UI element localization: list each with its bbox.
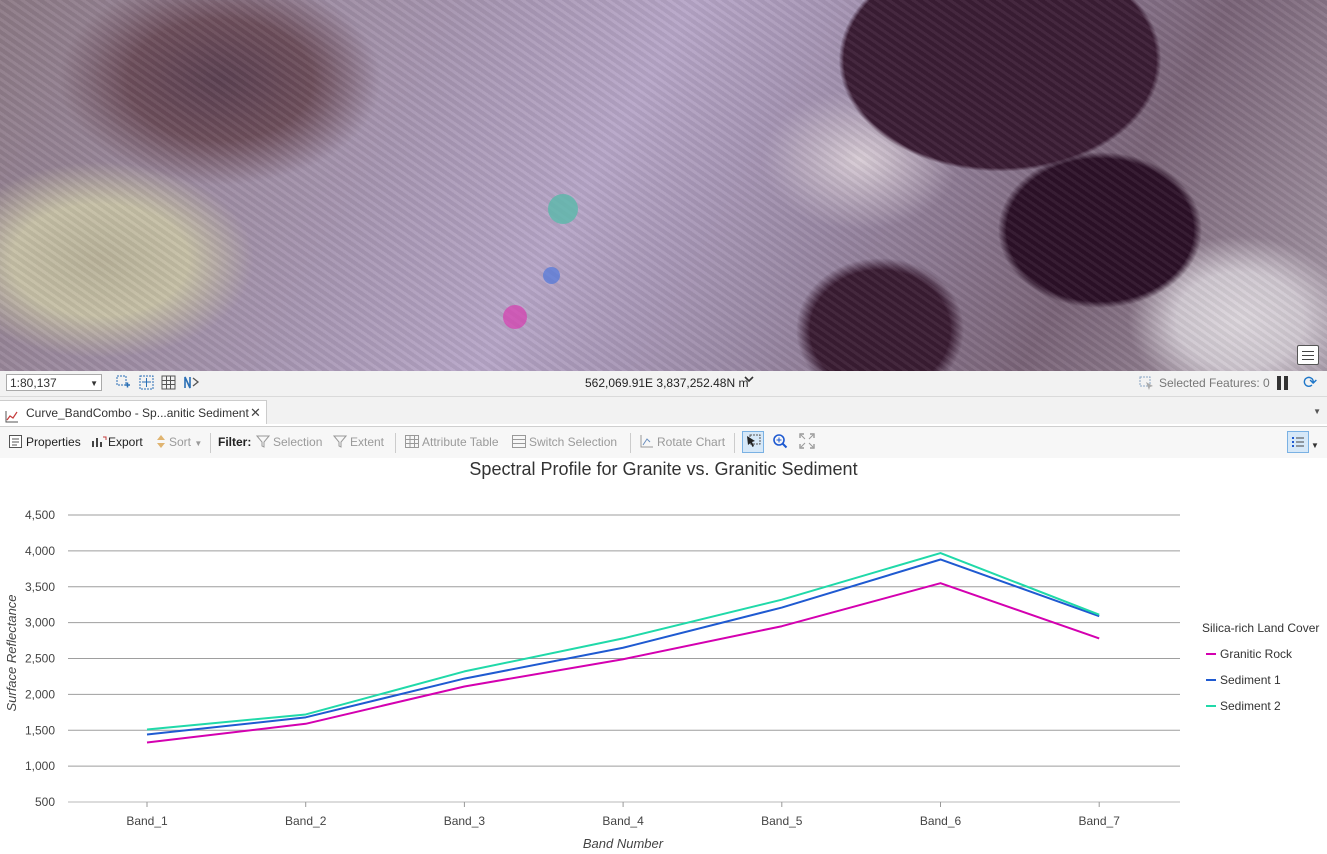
view-tab-bar: Curve_BandCombo - Sp...anitic Sediment ✕… xyxy=(0,397,1327,424)
zoom-in-icon[interactable] xyxy=(770,431,792,453)
x-tick-label: Band_1 xyxy=(126,814,168,828)
filter-extent-label: Extent xyxy=(350,435,385,449)
export-button[interactable]: Export xyxy=(91,434,143,451)
legend-toggle-icon[interactable] xyxy=(1287,431,1309,453)
close-icon[interactable]: ✕ xyxy=(250,401,261,425)
sort-label: Sort xyxy=(169,435,192,449)
y-axis-label: Surface Reflectance xyxy=(4,594,19,711)
map-options-icon[interactable] xyxy=(1297,345,1319,365)
export-label: Export xyxy=(108,435,143,449)
fixed-zoom-icon[interactable] xyxy=(116,375,131,390)
scale-selector[interactable]: 1:80,137 ▼ xyxy=(6,374,102,391)
map-view[interactable] xyxy=(0,0,1327,371)
y-tick-label: 4,500 xyxy=(25,508,55,522)
x-tick-label: Band_3 xyxy=(444,814,486,828)
rotate-chart-label: Rotate Chart xyxy=(657,435,726,449)
map-status-bar: 1:80,137 ▼ 562,069.91E 3,837,252.48N m S… xyxy=(0,371,1327,397)
switch-selection-label: Switch Selection xyxy=(529,435,618,449)
filter-icon xyxy=(332,435,348,448)
chevron-down-icon[interactable] xyxy=(744,374,754,387)
switch-selection-icon xyxy=(512,435,526,448)
cursor-coordinates: 562,069.91E 3,837,252.48N m xyxy=(585,376,749,390)
select-tool-icon[interactable] xyxy=(742,431,764,453)
location-marker-sediment-2[interactable] xyxy=(548,194,578,224)
full-extent-icon[interactable] xyxy=(797,431,819,453)
y-tick-label: 1,500 xyxy=(25,723,55,737)
y-tick-label: 2,500 xyxy=(25,652,55,666)
chevron-down-icon[interactable]: ▼ xyxy=(1311,437,1319,454)
y-tick-label: 1,000 xyxy=(25,759,55,773)
separator xyxy=(395,433,396,453)
filter-extent-button[interactable]: Extent xyxy=(332,434,385,451)
attribute-table-button[interactable]: Attribute Table xyxy=(405,434,499,451)
chevron-down-icon: ▼ xyxy=(194,439,203,448)
snapping-icon[interactable] xyxy=(183,375,200,390)
separator xyxy=(210,433,211,453)
separator xyxy=(630,433,631,453)
legend-title: Silica-rich Land Cover xyxy=(1202,621,1319,635)
filter-label: Filter: xyxy=(218,435,252,449)
rotate-chart-button[interactable]: Rotate Chart xyxy=(640,434,725,451)
location-marker-sediment-1[interactable] xyxy=(543,267,560,284)
y-tick-label: 4,000 xyxy=(25,544,55,558)
properties-button[interactable]: Properties xyxy=(9,434,81,451)
chart-panel[interactable]: Spectral Profile for Granite vs. Graniti… xyxy=(0,458,1327,854)
line-chart[interactable]: 500 1,000 1,500 2,000 2,500 3,000 3,500 4,000 4,… xyxy=(0,458,1327,854)
tab-label: Curve_BandCombo - Sp...anitic Sediment xyxy=(26,406,249,420)
legend-item-label: Sediment 1 xyxy=(1220,673,1281,687)
x-tick-label: Band_5 xyxy=(761,814,803,828)
scale-value: 1:80,137 xyxy=(10,376,57,390)
grid-icon[interactable] xyxy=(161,375,176,390)
y-tick-label: 2,000 xyxy=(25,687,55,701)
properties-icon xyxy=(9,435,23,448)
attribute-table-label: Attribute Table xyxy=(422,435,499,449)
legend-item-label: Granitic Rock xyxy=(1220,647,1293,661)
x-tick-label: Band_2 xyxy=(285,814,327,828)
tab-chart[interactable]: Curve_BandCombo - Sp...anitic Sediment ✕ xyxy=(0,400,267,424)
legend-item-label: Sediment 2 xyxy=(1220,699,1281,713)
table-icon xyxy=(405,435,419,448)
imagery-texture xyxy=(0,0,1327,371)
sort-icon xyxy=(156,435,166,448)
y-tick-label: 3,000 xyxy=(25,616,55,630)
sort-button[interactable]: Sort ▼ xyxy=(156,434,202,451)
filter-selection-button[interactable]: Selection xyxy=(255,434,323,451)
properties-label: Properties xyxy=(26,435,81,449)
x-tick-label: Band_4 xyxy=(602,814,644,828)
y-tick-label: 500 xyxy=(35,795,55,809)
line-chart-icon xyxy=(5,407,18,423)
series-line-sediment-2 xyxy=(146,552,1100,731)
location-marker-granitic-rock[interactable] xyxy=(503,305,527,329)
x-tick-label: Band_7 xyxy=(1079,814,1121,828)
export-icon xyxy=(91,435,107,448)
filter-icon xyxy=(255,435,271,448)
chart-toolbar: Properties Export Sort ▼ Filter: Selecti… xyxy=(0,426,1327,459)
selected-features-icon xyxy=(1139,376,1154,391)
rotate-chart-icon xyxy=(640,435,654,448)
navigation-icon[interactable] xyxy=(139,375,154,390)
y-tick-label: 3,500 xyxy=(25,580,55,594)
selected-features-count[interactable]: Selected Features: 0 xyxy=(1159,376,1270,390)
pause-icon[interactable] xyxy=(1277,376,1289,390)
separator xyxy=(734,433,735,453)
refresh-icon[interactable]: ⟳ xyxy=(1303,373,1317,393)
x-axis-label: Band Number xyxy=(583,836,664,851)
series-line-sediment-1 xyxy=(146,558,1100,736)
chevron-down-icon: ▼ xyxy=(90,379,98,388)
filter-selection-label: Selection xyxy=(273,435,323,449)
tab-overflow-icon[interactable]: ▼ xyxy=(1313,407,1321,416)
switch-selection-button[interactable]: Switch Selection xyxy=(512,434,617,451)
x-tick-label: Band_6 xyxy=(920,814,962,828)
